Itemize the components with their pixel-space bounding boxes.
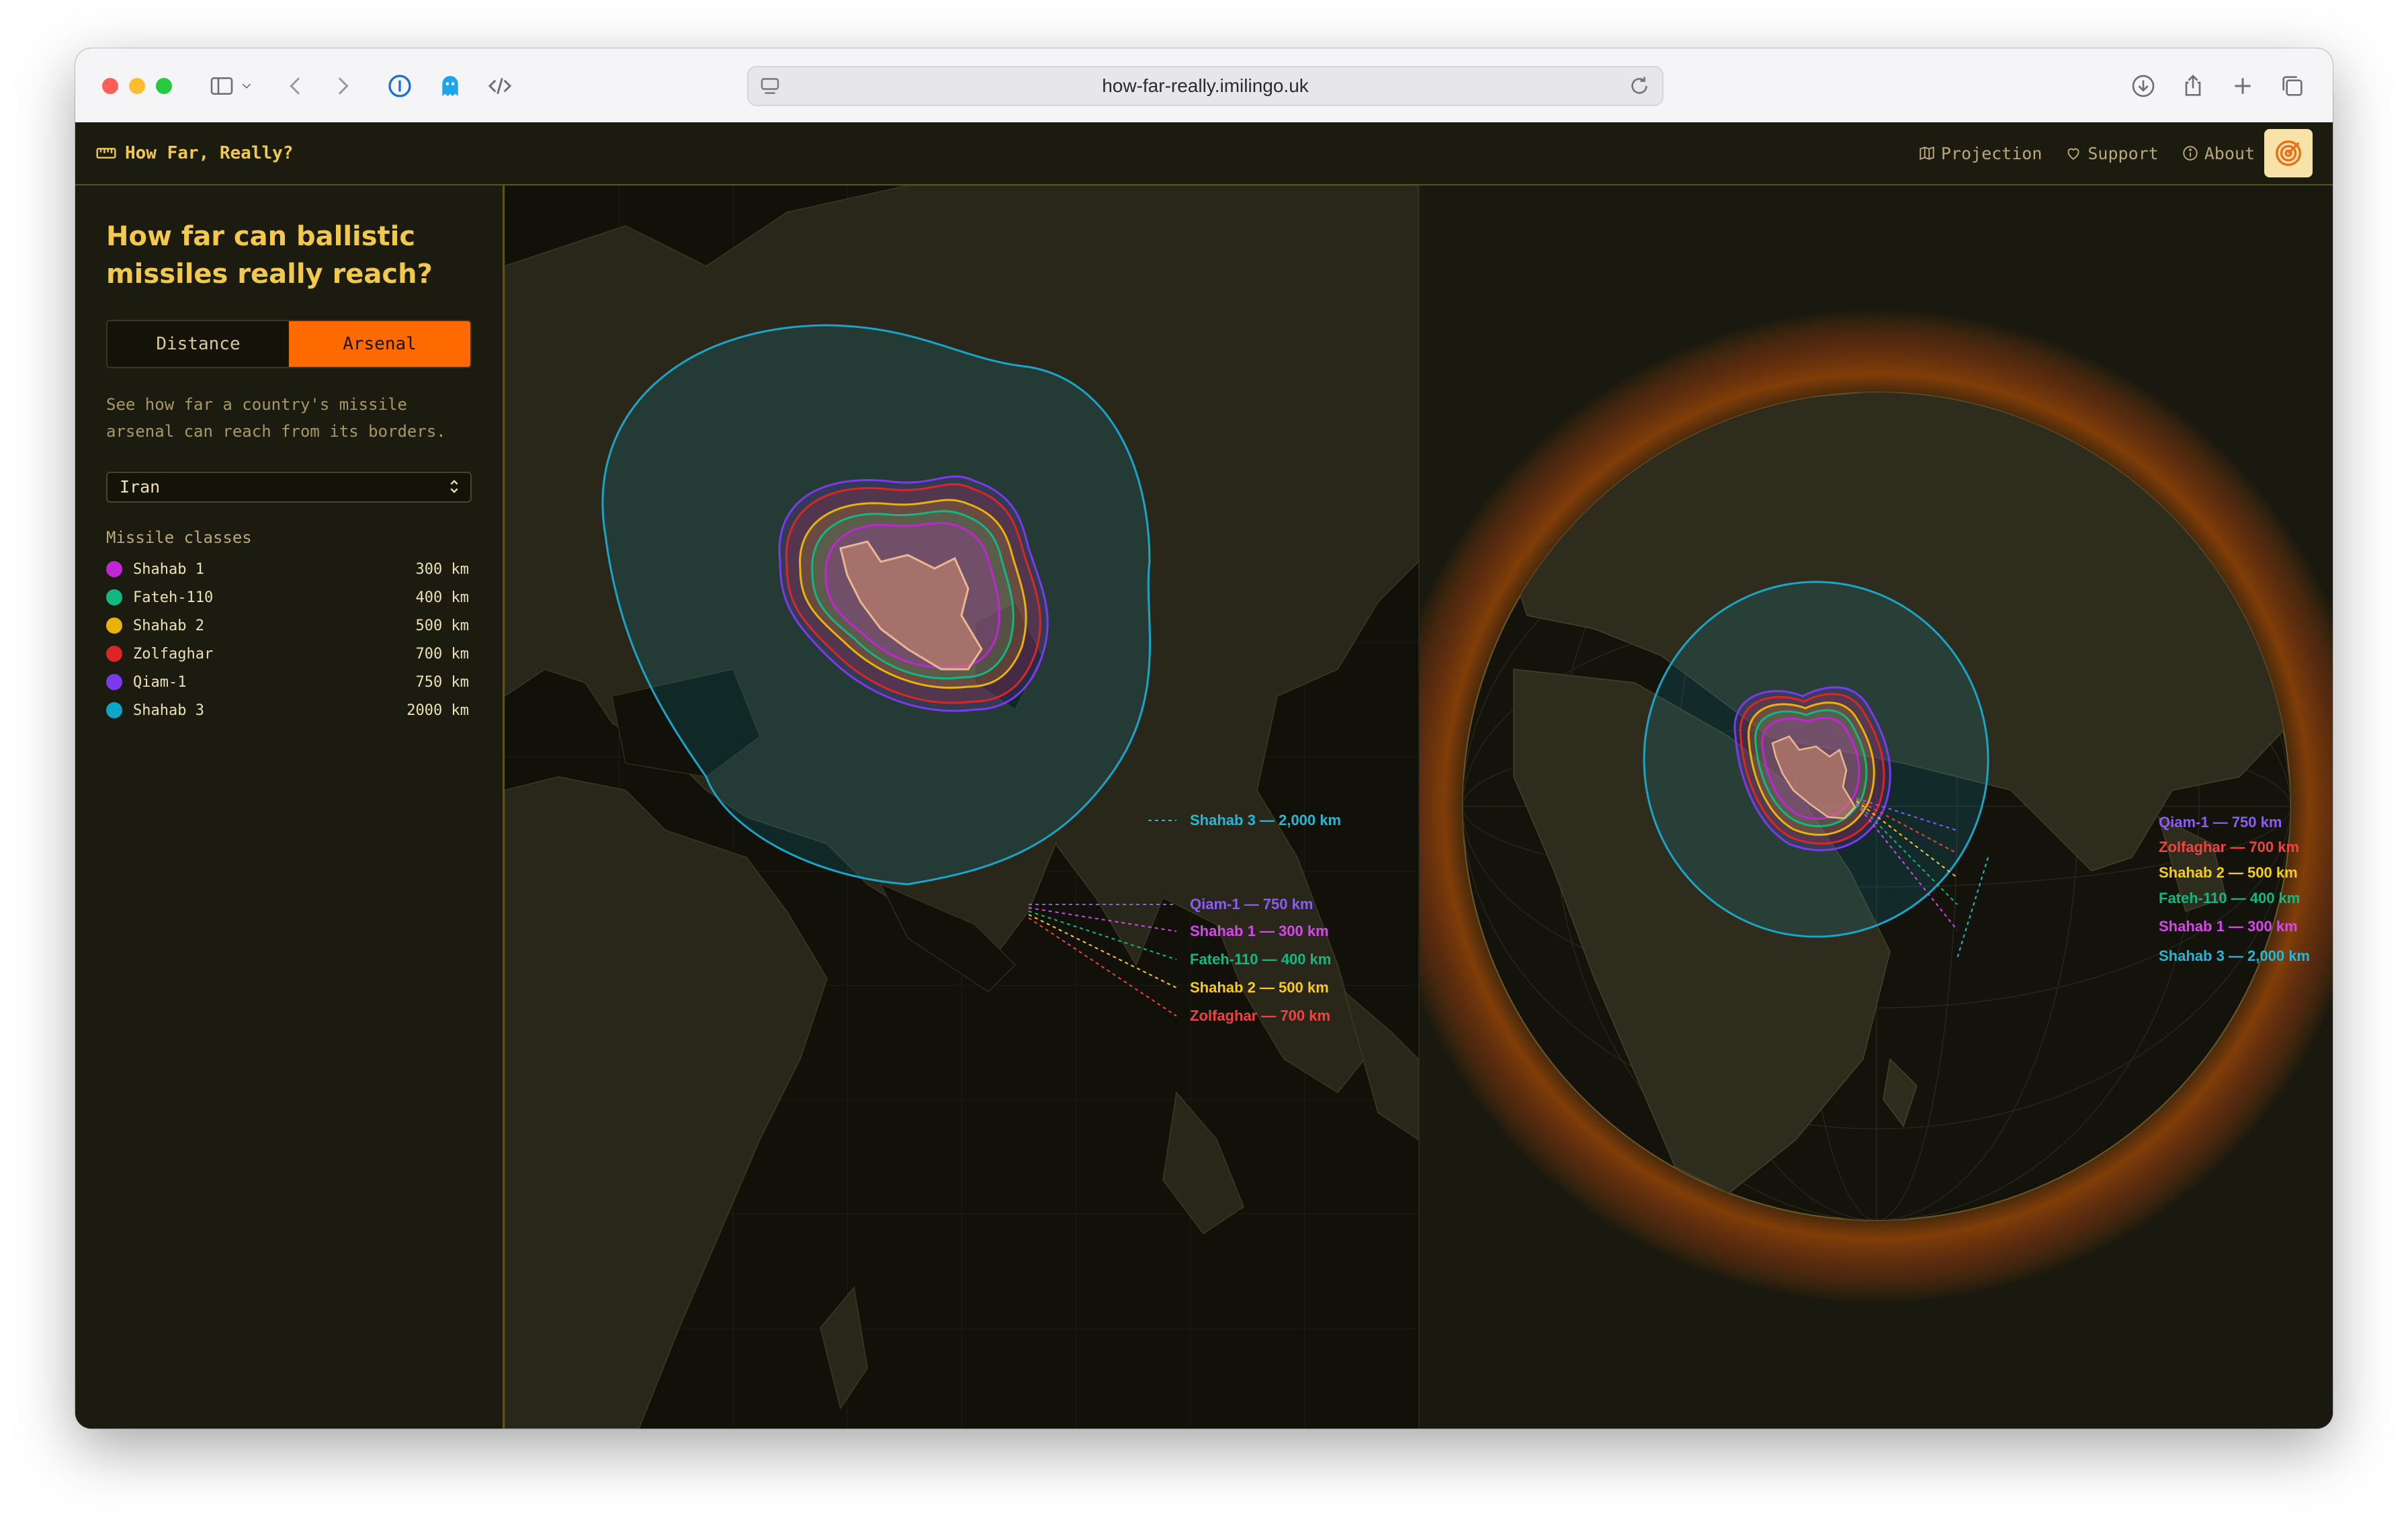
legend-dot bbox=[106, 702, 122, 718]
mode-toggle: Distance Arsenal bbox=[106, 320, 472, 368]
ghost-extension-icon[interactable] bbox=[431, 67, 469, 105]
minimize-window-button[interactable] bbox=[129, 78, 145, 94]
legend-dot bbox=[106, 618, 122, 634]
browser-toolbar: how-far-really.imilingo.uk bbox=[75, 48, 2333, 124]
top-nav: Projection Support About bbox=[1918, 122, 2255, 184]
mode-description: See how far a country's missile arsenal … bbox=[106, 395, 446, 441]
back-icon[interactable] bbox=[277, 67, 314, 105]
globe-range-label-shahab-1: Shahab 1 — 300 km bbox=[2159, 918, 2298, 935]
missile-class-range: 700 km bbox=[415, 645, 469, 663]
globe-range-label-zolfaghar: Zolfaghar — 700 km bbox=[2159, 839, 2299, 855]
legend-dot bbox=[106, 561, 122, 577]
tab-overview-icon[interactable] bbox=[2274, 67, 2311, 105]
missile-class-range: 750 km bbox=[415, 673, 469, 691]
missile-class-name: Shahab 3 bbox=[133, 702, 204, 719]
target-icon bbox=[2276, 140, 2301, 166]
new-tab-icon[interactable] bbox=[2224, 67, 2262, 105]
download-icon[interactable] bbox=[2124, 67, 2162, 105]
missile-class-name: Fateh-110 bbox=[133, 589, 214, 606]
nav-about-label: About bbox=[2204, 143, 2255, 163]
range-label-zolfaghar: Zolfaghar — 700 km bbox=[1190, 1007, 1330, 1024]
missile-class-row[interactable]: Fateh-110 400 km bbox=[106, 583, 469, 611]
range-label-shahab-1: Shahab 1 — 300 km bbox=[1190, 923, 1329, 939]
nav-about[interactable]: About bbox=[2182, 144, 2255, 163]
range-label-qiam-1: Qiam-1 — 750 km bbox=[1190, 896, 1313, 912]
missile-class-list: Shahab 1 300 km Fateh-110 400 km Shahab … bbox=[106, 555, 469, 724]
globe-range-label-shahab-3: Shahab 3 — 2,000 km bbox=[2159, 947, 2310, 964]
globe-range-label-fateh-110: Fateh-110 — 400 km bbox=[2159, 890, 2300, 906]
map-icon bbox=[1920, 146, 1934, 161]
missile-classes-heading: Missile classes bbox=[106, 528, 252, 547]
missile-class-name: Zolfaghar bbox=[133, 645, 214, 663]
globe-range-label-shahab-2: Shahab 2 — 500 km bbox=[2159, 864, 2298, 881]
country-select[interactable]: Iran bbox=[106, 472, 472, 503]
missile-class-name: Shahab 2 bbox=[133, 617, 204, 634]
missile-class-row[interactable]: Qiam-1 750 km bbox=[106, 668, 469, 696]
country-select-value: Iran bbox=[120, 477, 161, 497]
theme-toggle-button[interactable] bbox=[2264, 129, 2313, 177]
missile-class-name: Qiam-1 bbox=[133, 673, 187, 691]
code-icon[interactable] bbox=[481, 67, 519, 105]
legend-dot bbox=[106, 674, 122, 690]
password-manager-icon[interactable] bbox=[381, 67, 419, 105]
mode-arsenal-button[interactable]: Arsenal bbox=[289, 321, 470, 367]
range-label-fateh-110: Fateh-110 — 400 km bbox=[1190, 951, 1331, 968]
flat-map[interactable]: Shahab 3 — 2,000 km Qiam-1 — 750 km Shah… bbox=[505, 185, 1418, 1429]
chevron-down-icon[interactable] bbox=[236, 67, 257, 105]
missile-class-row[interactable]: Shahab 3 2000 km bbox=[106, 696, 469, 724]
missile-class-name: Shahab 1 bbox=[133, 560, 204, 578]
legend-dot bbox=[106, 589, 122, 605]
nav-support-label: Support bbox=[2088, 143, 2159, 163]
nav-projection[interactable]: Projection bbox=[1918, 144, 2042, 163]
globe-range-label-qiam-1: Qiam-1 — 750 km bbox=[2159, 814, 2282, 831]
chevron-updown-icon bbox=[450, 480, 458, 493]
flat-map-panel[interactable]: Shahab 3 — 2,000 km Qiam-1 — 750 km Shah… bbox=[505, 185, 1418, 1429]
reload-icon[interactable] bbox=[1627, 74, 1651, 98]
url-text: how-far-really.imilingo.uk bbox=[1102, 75, 1309, 96]
globe-map[interactable]: Qiam-1 — 750 km Zolfaghar — 700 km Shaha… bbox=[1420, 185, 2333, 1429]
brand-title: How Far, Really? bbox=[125, 143, 294, 163]
control-sidebar: How far can ballistic missiles really re… bbox=[75, 185, 505, 1429]
missile-class-row[interactable]: Shahab 2 500 km bbox=[106, 611, 469, 640]
brand[interactable]: How Far, Really? bbox=[95, 122, 293, 184]
missile-class-range: 2000 km bbox=[406, 702, 469, 719]
share-icon[interactable] bbox=[2174, 67, 2212, 105]
address-bar[interactable]: how-far-really.imilingo.uk bbox=[747, 66, 1664, 106]
browser-window: how-far-really.imilingo.uk How Far, Real… bbox=[75, 48, 2333, 1429]
range-label-shahab-3: Shahab 3 — 2,000 km bbox=[1190, 812, 1341, 829]
page-title: How far can ballistic missiles really re… bbox=[106, 221, 433, 290]
mode-distance-button[interactable]: Distance bbox=[108, 321, 289, 367]
zoom-window-button[interactable] bbox=[156, 78, 172, 94]
heart-icon bbox=[2067, 148, 2079, 160]
globe-range-zones bbox=[1643, 581, 1989, 938]
missile-class-row[interactable]: Zolfaghar 700 km bbox=[106, 640, 469, 668]
missile-class-range: 500 km bbox=[415, 617, 469, 634]
missile-class-range: 400 km bbox=[415, 589, 469, 606]
range-label-shahab-2: Shahab 2 — 500 km bbox=[1190, 979, 1329, 996]
sidebar-toggle-icon[interactable] bbox=[203, 67, 241, 105]
nav-support[interactable]: Support bbox=[2065, 143, 2159, 163]
globe-panel[interactable]: Qiam-1 — 750 km Zolfaghar — 700 km Shaha… bbox=[1418, 185, 2333, 1429]
ruler-icon bbox=[96, 148, 116, 159]
forward-icon[interactable] bbox=[324, 67, 361, 105]
legend-dot bbox=[106, 646, 122, 662]
app-header: How Far, Really? Projection Support Abou… bbox=[75, 122, 2333, 185]
missile-class-row[interactable]: Shahab 1 300 km bbox=[106, 555, 469, 583]
close-window-button[interactable] bbox=[102, 78, 118, 94]
missile-class-range: 300 km bbox=[415, 560, 469, 578]
nav-projection-label: Projection bbox=[1940, 143, 2042, 163]
info-icon bbox=[2183, 146, 2198, 161]
